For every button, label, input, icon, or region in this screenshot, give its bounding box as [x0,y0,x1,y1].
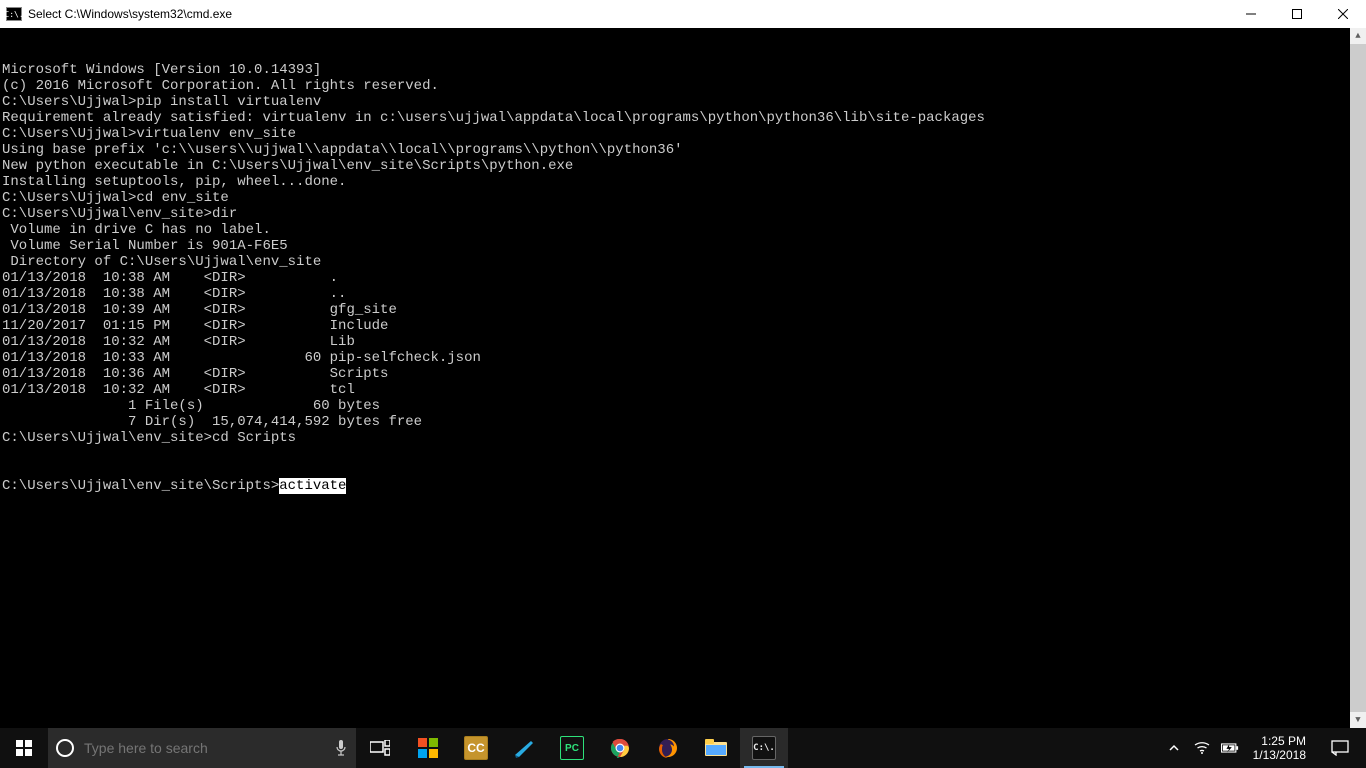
cortana-icon [56,739,74,757]
taskbar-app-pycharm[interactable]: PC [548,728,596,768]
console-line: 01/13/2018 10:38 AM <DIR> .. [2,286,1366,302]
scroll-down-button[interactable]: ▼ [1350,712,1366,728]
search-input[interactable] [84,740,324,756]
console-line: 7 Dir(s) 15,074,414,592 bytes free [2,414,1366,430]
console-line: 11/20/2017 01:15 PM <DIR> Include [2,318,1366,334]
console-line: 01/13/2018 10:33 AM 60 pip-selfcheck.jso… [2,350,1366,366]
taskbar-app-shortcut[interactable] [500,728,548,768]
console-line: C:\Users\Ujjwal\env_site>dir [2,206,1366,222]
console-line: Microsoft Windows [Version 10.0.14393] [2,62,1366,78]
action-center-button[interactable] [1320,740,1360,756]
taskbar-app-cmd[interactable]: C:\. [740,728,788,768]
cmd-icon: C:\. [6,7,22,21]
microphone-icon[interactable] [334,738,348,758]
console-line: New python executable in C:\Users\Ujjwal… [2,158,1366,174]
console-line: 01/13/2018 10:32 AM <DIR> tcl [2,382,1366,398]
taskbar-app-mswindows[interactable] [404,728,452,768]
taskbar: CC PC C:\. 1:25 PM 1/13/2018 [0,728,1366,768]
taskbar-app-explorer[interactable] [692,728,740,768]
system-tray: 1:25 PM 1/13/2018 [1157,728,1366,768]
taskbar-app-cc[interactable]: CC [452,728,500,768]
clock[interactable]: 1:25 PM 1/13/2018 [1249,734,1310,762]
battery-icon[interactable] [1221,728,1239,768]
tray-overflow-icon[interactable] [1165,728,1183,768]
console-line: 01/13/2018 10:32 AM <DIR> Lib [2,334,1366,350]
wifi-icon[interactable] [1193,728,1211,768]
clock-date: 1/13/2018 [1253,748,1306,762]
close-button[interactable] [1320,0,1366,28]
scroll-up-button[interactable]: ▲ [1350,28,1366,44]
scroll-thumb[interactable] [1350,44,1366,712]
minimize-button[interactable] [1228,0,1274,28]
console-line: Directory of C:\Users\Ujjwal\env_site [2,254,1366,270]
console-line: C:\Users\Ujjwal>virtualenv env_site [2,126,1366,142]
console-line: C:\Users\Ujjwal>pip install virtualenv [2,94,1366,110]
prompt-text: C:\Users\Ujjwal\env_site\Scripts> [2,478,279,494]
clock-time: 1:25 PM [1261,734,1306,748]
maximize-button[interactable] [1274,0,1320,28]
console-line: 1 File(s) 60 bytes [2,398,1366,414]
console-line: Volume Serial Number is 901A-F6E5 [2,238,1366,254]
selected-command[interactable]: activate [279,478,346,494]
console-line: C:\Users\Ujjwal\env_site>cd Scripts [2,430,1366,446]
search-box[interactable] [48,728,356,768]
console-output[interactable]: Microsoft Windows [Version 10.0.14393](c… [0,28,1366,728]
taskbar-app-firefox[interactable] [644,728,692,768]
console-line: 01/13/2018 10:39 AM <DIR> gfg_site [2,302,1366,318]
start-button[interactable] [0,728,48,768]
taskbar-app-chrome[interactable] [596,728,644,768]
console-line: 01/13/2018 10:38 AM <DIR> . [2,270,1366,286]
console-line: C:\Users\Ujjwal>cd env_site [2,190,1366,206]
cmd-window: C:\. Select C:\Windows\system32\cmd.exe … [0,0,1366,728]
console-line: 01/13/2018 10:36 AM <DIR> Scripts [2,366,1366,382]
console-line: Volume in drive C has no label. [2,222,1366,238]
console-line: Using base prefix 'c:\\users\\ujjwal\\ap… [2,142,1366,158]
console-line: Installing setuptools, pip, wheel...done… [2,174,1366,190]
scroll-track[interactable] [1350,44,1366,712]
console-line: Requirement already satisfied: virtualen… [2,110,1366,126]
scrollbar[interactable]: ▲ ▼ [1350,28,1366,728]
task-view-button[interactable] [356,728,404,768]
window-title: Select C:\Windows\system32\cmd.exe [28,7,232,21]
titlebar[interactable]: C:\. Select C:\Windows\system32\cmd.exe [0,0,1366,28]
console-line: (c) 2016 Microsoft Corporation. All righ… [2,78,1366,94]
